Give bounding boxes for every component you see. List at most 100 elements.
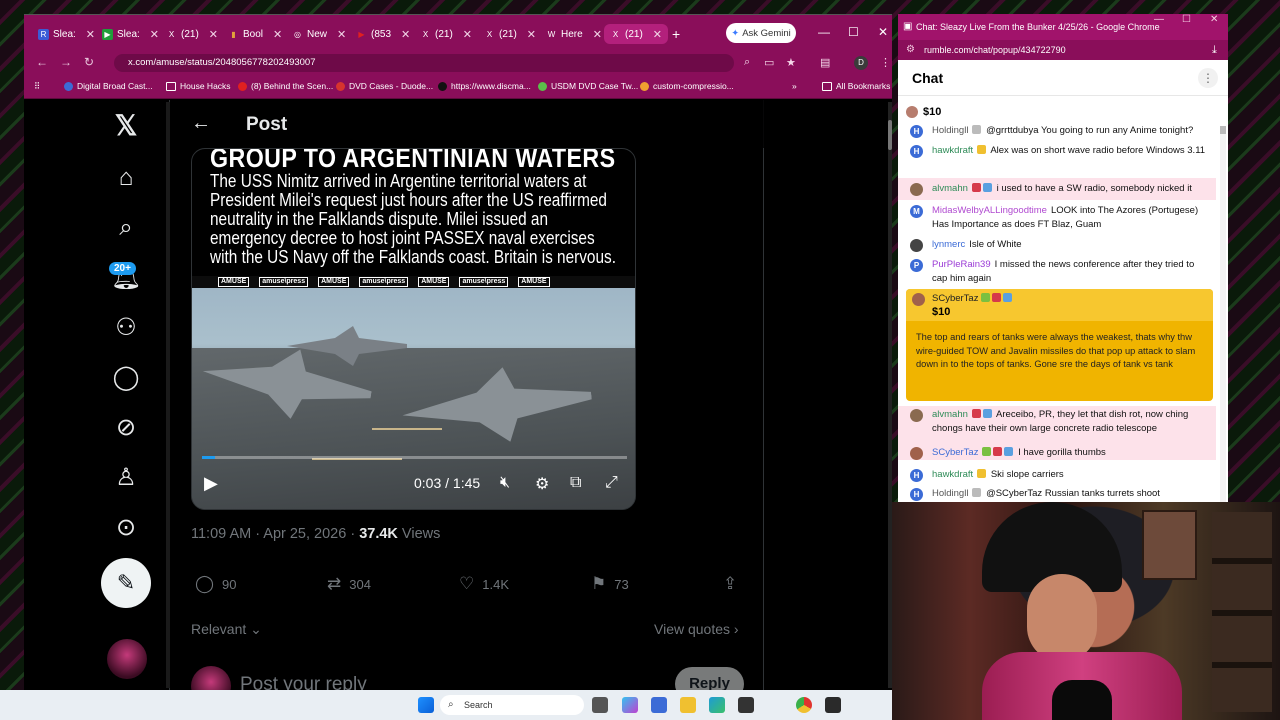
bookmark-item[interactable]: DVD Cases - Duode...: [336, 81, 433, 91]
maximize-icon[interactable]: ☐: [1182, 14, 1191, 25]
tab-1[interactable]: R Slea: ✕: [38, 24, 95, 44]
chat-username[interactable]: Holdingll: [932, 125, 968, 136]
minimize-icon[interactable]: —: [818, 25, 830, 39]
minimize-icon[interactable]: —: [1154, 14, 1164, 25]
chat-username[interactable]: lynmerc: [932, 239, 965, 250]
close-icon[interactable]: ✕: [593, 28, 602, 41]
close-icon[interactable]: ✕: [209, 28, 218, 41]
profile-icon[interactable]: ♙: [110, 462, 142, 494]
close-icon[interactable]: ✕: [337, 28, 346, 41]
repost-action[interactable]: ⇄ 304: [327, 574, 371, 594]
search-icon[interactable]: ⌕: [110, 212, 142, 244]
tab-9[interactable]: W Here ✕: [546, 24, 602, 44]
reply-button[interactable]: Reply: [675, 667, 744, 691]
ask-gemini-button[interactable]: ✦ Ask Gemini: [726, 23, 796, 43]
bookmark-item[interactable]: USDM DVD Case Tw...: [538, 81, 638, 91]
chat-username[interactable]: PurPleRain39: [932, 259, 991, 270]
bookmark-item[interactable]: Digital Broad Cast...: [64, 81, 153, 91]
start-windows-icon[interactable]: [418, 697, 434, 713]
cast-icon[interactable]: ▭: [764, 56, 774, 69]
close-window-icon[interactable]: ✕: [1210, 14, 1218, 25]
all-bookmarks-folder[interactable]: All Bookmarks: [822, 81, 890, 91]
mute-icon[interactable]: 🔇︎: [500, 474, 510, 492]
fullscreen-icon[interactable]: ⤢: [605, 474, 618, 492]
site-info-icon[interactable]: ⚙: [906, 40, 915, 60]
bookmark-item[interactable]: https://www.discma...: [438, 81, 531, 91]
taskbar-search[interactable]: ⌕ Search: [440, 695, 584, 715]
side-panel-icon[interactable]: ▤: [820, 56, 830, 69]
chat-scrollbar[interactable]: [1220, 126, 1226, 502]
url-field[interactable]: x.com/amuse/status/2048056778202493007: [114, 54, 734, 72]
chat-username[interactable]: alvmahn: [932, 409, 968, 420]
back-icon[interactable]: ←: [36, 55, 48, 69]
home-icon[interactable]: ⌂: [110, 162, 142, 194]
chat-menu-icon[interactable]: ⋮: [1198, 68, 1218, 88]
sort-relevant-dropdown[interactable]: Relevant ⌄: [191, 621, 262, 638]
forward-icon[interactable]: →: [60, 55, 72, 69]
edge-icon[interactable]: [709, 697, 725, 713]
bookmark-item[interactable]: (8) Behind the Scen...: [238, 81, 333, 91]
tab-10-active[interactable]: X (21) ✕: [604, 24, 669, 44]
chat-username[interactable]: MidasWelbyALLingoodtime: [932, 205, 1047, 216]
reply-input[interactable]: Post your reply: [240, 674, 367, 691]
page-scrollbar-thumb[interactable]: [888, 120, 892, 150]
copilot-icon[interactable]: [622, 697, 638, 713]
tab-5[interactable]: ◎ New ✕: [292, 24, 346, 44]
reply-action[interactable]: ◯ 90: [195, 574, 237, 594]
close-icon[interactable]: ✕: [86, 28, 95, 41]
play-icon[interactable]: ▶: [204, 473, 218, 494]
picture-in-picture-icon[interactable]: ⧉: [570, 474, 581, 492]
chat-username[interactable]: hawkdraft: [932, 145, 973, 156]
chat-username[interactable]: hawkdraft: [932, 469, 973, 480]
app-icon[interactable]: [825, 697, 841, 713]
download-icon[interactable]: ⤓: [1212, 40, 1217, 60]
app-icon[interactable]: [651, 697, 667, 713]
follow-icon[interactable]: ⚇: [110, 312, 142, 344]
file-explorer-icon[interactable]: [680, 697, 696, 713]
store-icon[interactable]: [738, 697, 754, 713]
tab-6[interactable]: ▶ (853 ✕: [356, 24, 410, 44]
pinned-rant[interactable]: $10: [906, 106, 941, 118]
grok-icon[interactable]: ⊘: [110, 412, 142, 444]
chat-scrollbar-thumb[interactable]: [1220, 126, 1226, 134]
chat-username[interactable]: Holdingll: [932, 488, 968, 499]
chat-username[interactable]: SCyberTaz: [932, 447, 978, 458]
settings-gear-icon[interactable]: ⚙: [535, 474, 549, 494]
tab-8[interactable]: X (21) ✕: [484, 24, 536, 44]
zoom-icon[interactable]: ⌕: [744, 56, 750, 69]
chat-url[interactable]: rumble.com/chat/popup/434722790: [924, 45, 1066, 55]
chrome-icon[interactable]: [796, 697, 812, 713]
new-tab-button[interactable]: +: [672, 24, 680, 44]
video-progress[interactable]: [202, 456, 627, 459]
tab-3[interactable]: X (21) ✕: [166, 24, 218, 44]
maximize-icon[interactable]: ☐: [848, 25, 859, 39]
tab-7[interactable]: X (21) ✕: [420, 24, 472, 44]
bookmark-folder[interactable]: House Hacks: [166, 81, 231, 91]
close-icon[interactable]: ✕: [273, 28, 282, 41]
more-bookmarks-icon[interactable]: »: [792, 81, 797, 91]
profile-avatar[interactable]: D: [854, 56, 868, 70]
like-action[interactable]: ♡ 1.4K: [459, 574, 509, 594]
back-arrow-icon[interactable]: ←: [191, 112, 211, 135]
apps-grid-icon[interactable]: ⠿: [34, 81, 40, 92]
close-icon[interactable]: ✕: [463, 28, 472, 41]
close-window-icon[interactable]: ✕: [878, 25, 888, 39]
nav-scrollbar[interactable]: [166, 102, 170, 688]
bookmark-star-icon[interactable]: ★: [786, 56, 796, 69]
post-timestamp[interactable]: 11:09 AM · Apr 25, 2026 ·: [191, 526, 359, 542]
more-icon[interactable]: ⊙: [110, 512, 142, 544]
share-action[interactable]: ⇪: [723, 574, 737, 594]
view-quotes-link[interactable]: View quotes ›: [654, 621, 739, 637]
compose-post-button[interactable]: ✎: [101, 558, 151, 608]
close-icon[interactable]: ✕: [527, 28, 536, 41]
menu-icon[interactable]: ⋮: [880, 56, 891, 69]
bookmark-item[interactable]: custom-compressio...: [640, 81, 734, 91]
close-icon[interactable]: ✕: [150, 28, 159, 41]
close-icon[interactable]: ✕: [653, 28, 662, 41]
messages-icon[interactable]: ◯: [110, 362, 142, 394]
bookmark-action[interactable]: ⚑ 73: [591, 574, 629, 594]
close-icon[interactable]: ✕: [401, 28, 410, 41]
reload-icon[interactable]: ↻: [84, 55, 94, 69]
tab-4[interactable]: ▮ Bool ✕: [228, 24, 282, 44]
account-avatar[interactable]: [107, 639, 147, 679]
